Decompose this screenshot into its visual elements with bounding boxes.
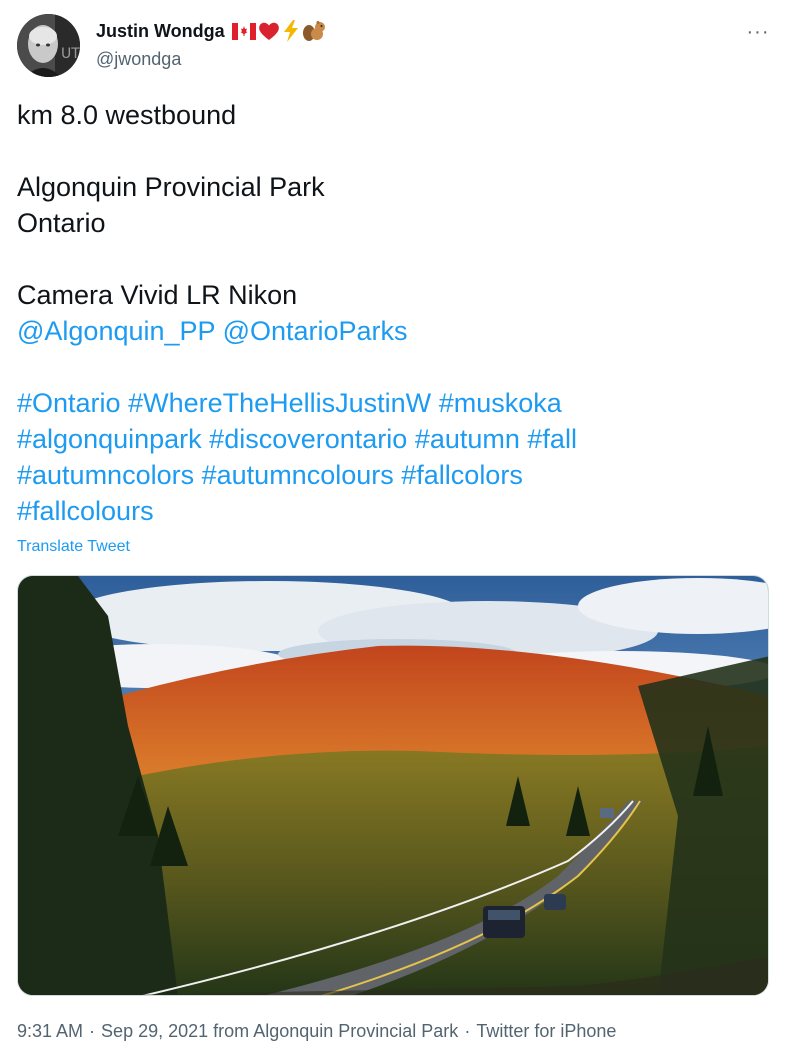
tweet-line: Ontario xyxy=(17,208,106,238)
tweet-text: km 8.0 westbound Algonquin Provincial Pa… xyxy=(17,97,757,529)
tweet-date[interactable]: Sep 29, 2021 xyxy=(101,1021,208,1041)
tweet-metadata: 9:31 AM · Sep 29, 2021 from Algonquin Prov… xyxy=(17,1021,616,1042)
tweet-location[interactable]: Algonquin Provincial Park xyxy=(253,1021,458,1041)
author-name[interactable]: Justin Wondga xyxy=(96,20,326,42)
red-heart-icon xyxy=(258,22,279,40)
separator: · xyxy=(464,1021,471,1041)
hashtag-link[interactable]: #fallcolours xyxy=(17,496,154,526)
autumn-road-photo xyxy=(18,576,768,995)
hashtag-link[interactable]: #fall xyxy=(527,424,577,454)
tweet-source[interactable]: Twitter for iPhone xyxy=(476,1021,616,1041)
hashtag-row: #autumncolors #autumncolours #fallcolors xyxy=(17,457,757,493)
tweet-photo[interactable] xyxy=(17,575,769,996)
tweet-line: km 8.0 westbound xyxy=(17,100,237,130)
hashtag-link[interactable]: #autumn xyxy=(415,424,520,454)
hashtag-row: #fallcolours xyxy=(17,493,757,529)
avatar[interactable]: UT xyxy=(17,14,80,77)
tweet-time[interactable]: 9:31 AM xyxy=(17,1021,83,1041)
hashtag-link[interactable]: #algonquinpark xyxy=(17,424,202,454)
hashtag-link[interactable]: #autumncolours xyxy=(202,460,394,490)
more-options-icon[interactable]: ··· xyxy=(744,21,772,43)
author-handle[interactable]: @jwondga xyxy=(96,49,181,70)
hashtag-row: #Ontario #WhereTheHellisJustinW #muskoka xyxy=(17,385,757,421)
mentions-row: @Algonquin_PP @OntarioParks xyxy=(17,313,757,349)
hashtag-link[interactable]: #WhereTheHellisJustinW xyxy=(128,388,431,418)
hashtag-link[interactable]: #Ontario xyxy=(17,388,121,418)
hashtag-link[interactable]: #fallcolors xyxy=(401,460,523,490)
tweet-line: Algonquin Provincial Park xyxy=(17,172,325,202)
mention-link[interactable]: @Algonquin_PP xyxy=(17,316,215,346)
from-label: from xyxy=(213,1021,250,1041)
hashtag-link[interactable]: #discoverontario xyxy=(209,424,407,454)
hashtag-row: #algonquinpark #discoverontario #autumn … xyxy=(17,421,757,457)
svg-text:UT: UT xyxy=(61,46,80,62)
lightning-icon xyxy=(283,20,298,42)
hashtag-link[interactable]: #muskoka xyxy=(439,388,562,418)
translate-tweet-link[interactable]: Translate Tweet xyxy=(17,538,130,556)
hashtag-link[interactable]: #autumncolors xyxy=(17,460,194,490)
separator: · xyxy=(89,1021,96,1041)
tweet-line: Camera Vivid LR Nikon xyxy=(17,280,298,310)
chipmunk-icon xyxy=(302,21,325,41)
canada-flag-icon xyxy=(231,22,256,40)
name-emojis xyxy=(231,20,326,42)
mention-link[interactable]: @OntarioParks xyxy=(223,316,408,346)
display-name[interactable]: Justin Wondga xyxy=(96,21,225,42)
